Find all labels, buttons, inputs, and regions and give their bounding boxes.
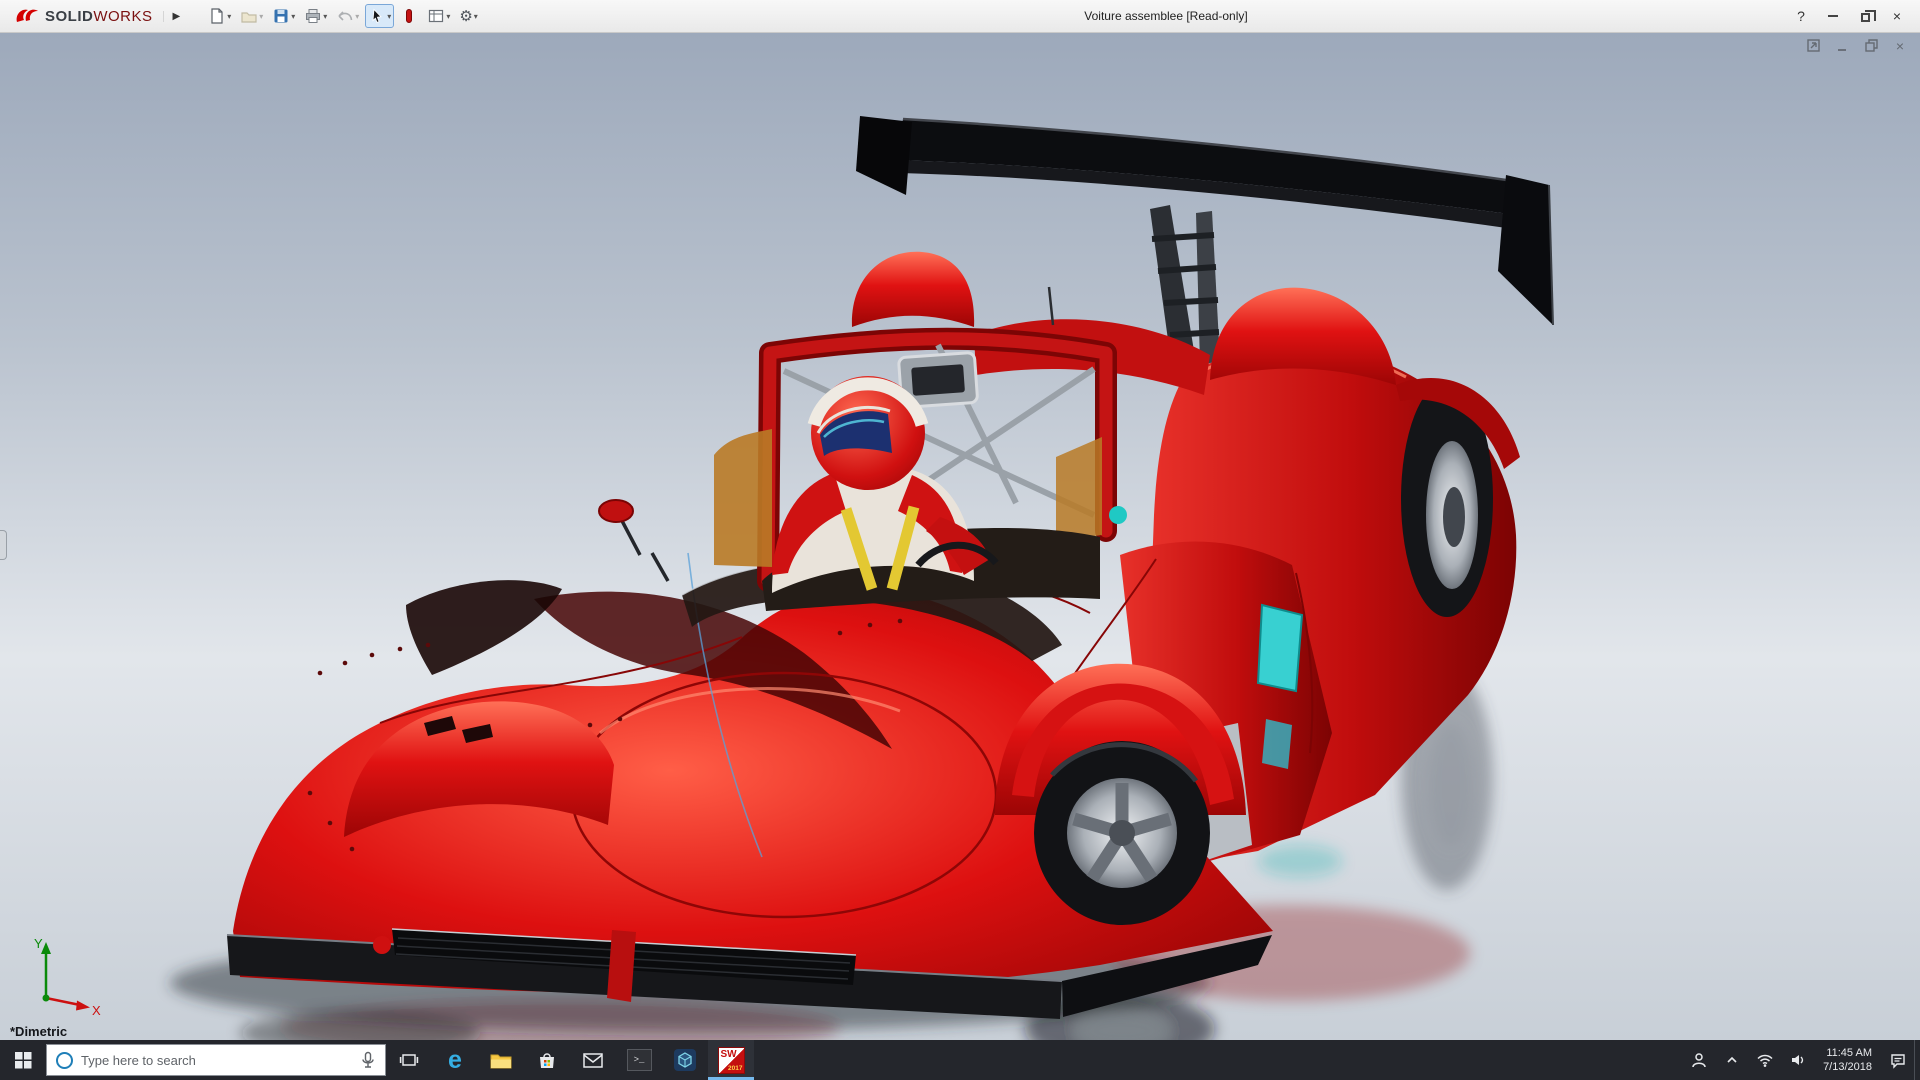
doc-minimize-icon <box>1836 40 1848 52</box>
select-button[interactable]: ▾ <box>365 4 394 28</box>
settings-button[interactable]: ⚙ ▾ <box>456 6 480 27</box>
window-controls: ? × <box>1786 3 1912 29</box>
restore-icon <box>1861 13 1870 22</box>
edge-icon: e <box>448 1046 462 1075</box>
chevron-up-icon <box>1724 1052 1740 1068</box>
undo-button[interactable]: ▾ <box>333 4 362 28</box>
file-explorer-icon <box>489 1050 513 1070</box>
solidworks-app-icon: SW 2017 <box>718 1047 745 1074</box>
doc-close-button[interactable]: × <box>1892 38 1908 53</box>
doc-minimize-button[interactable] <box>1834 38 1850 53</box>
windows-taskbar: e >_ <box>0 1040 1920 1080</box>
edge-button[interactable]: e <box>432 1040 478 1080</box>
minimize-button[interactable] <box>1818 3 1848 29</box>
clock-time: 11:45 AM <box>1826 1046 1872 1060</box>
microphone-icon[interactable] <box>359 1051 377 1069</box>
doc-dock-button[interactable] <box>1805 38 1821 53</box>
open-folder-icon <box>240 7 258 25</box>
action-center-icon <box>1889 1051 1907 1069</box>
new-document-icon <box>208 7 226 25</box>
quick-toolbar: ▾ ▾ ▾ ▾ <box>205 4 481 28</box>
doc-restore-icon <box>1865 39 1878 52</box>
taskbar-search[interactable] <box>46 1044 386 1076</box>
wifi-icon <box>1756 1052 1774 1068</box>
solidworks-logo: SOLIDWORKS <box>8 6 159 26</box>
print-button[interactable]: ▾ <box>301 4 330 28</box>
graphics-viewport[interactable]: × Y X *Dimetric <box>0 33 1920 1040</box>
collapsed-panel-tab[interactable] <box>0 530 7 560</box>
mail-button[interactable] <box>570 1040 616 1080</box>
edrawings-button[interactable] <box>662 1040 708 1080</box>
gear-icon: ⚙ <box>459 9 472 24</box>
save-icon <box>272 7 290 25</box>
store-icon <box>536 1050 558 1070</box>
search-input[interactable] <box>73 1053 359 1068</box>
task-view-button[interactable] <box>386 1040 432 1080</box>
people-icon <box>1690 1051 1708 1069</box>
solidworks-window: SOLIDWORKS ▶ ▾ ▾ ▾ <box>0 0 1920 1080</box>
taskbar-clock[interactable]: 11:45 AM 7/13/2018 <box>1814 1040 1881 1080</box>
network-button[interactable] <box>1748 1040 1781 1080</box>
console-icon: >_ <box>627 1049 652 1071</box>
select-cursor-icon <box>368 7 386 25</box>
open-button[interactable]: ▾ <box>237 4 266 28</box>
appearance-icon <box>400 7 418 25</box>
model-scene[interactable] <box>0 33 1920 1040</box>
display-options-button[interactable]: ▾ <box>424 4 453 28</box>
new-document-button[interactable]: ▾ <box>205 4 234 28</box>
speaker-icon <box>1789 1051 1807 1069</box>
solidworks-2017-button[interactable]: SW 2017 <box>708 1040 754 1080</box>
display-options-icon <box>427 7 445 25</box>
restore-button[interactable] <box>1850 3 1880 29</box>
document-window-controls: × <box>1805 38 1908 53</box>
minimize-icon <box>1828 15 1838 17</box>
x-axis-label: X <box>92 1003 101 1018</box>
print-icon <box>304 7 322 25</box>
doc-restore-button[interactable] <box>1863 38 1879 53</box>
console-button[interactable]: >_ <box>616 1040 662 1080</box>
save-button[interactable]: ▾ <box>269 4 298 28</box>
store-button[interactable] <box>524 1040 570 1080</box>
menu-expand-arrow-icon[interactable]: ▶ <box>163 11 190 22</box>
orientation-triad: Y X <box>8 934 104 1018</box>
view-orientation-label: *Dimetric <box>10 1024 67 1039</box>
help-button[interactable]: ? <box>1786 3 1816 29</box>
close-button[interactable]: × <box>1882 3 1912 29</box>
brand-text: SOLIDWORKS <box>45 8 153 25</box>
undo-icon <box>336 7 354 25</box>
edrawings-cube-icon <box>673 1048 697 1072</box>
solidworks-logo-icon <box>14 6 40 26</box>
file-explorer-button[interactable] <box>478 1040 524 1080</box>
action-center-button[interactable] <box>1881 1040 1914 1080</box>
cortana-icon <box>56 1052 73 1069</box>
x-axis-arrow <box>76 1001 90 1011</box>
windows-logo-icon <box>15 1052 32 1069</box>
system-tray: 11:45 AM 7/13/2018 <box>1682 1040 1920 1080</box>
appearance-button[interactable] <box>397 4 421 28</box>
people-button[interactable] <box>1682 1040 1715 1080</box>
y-axis-label: Y <box>34 936 43 951</box>
hidden-icons-button[interactable] <box>1715 1040 1748 1080</box>
z-axis-dot <box>43 995 50 1002</box>
volume-button[interactable] <box>1781 1040 1814 1080</box>
task-view-icon <box>399 1051 419 1069</box>
window-title: Voiture assemblee [Read-only] <box>1084 0 1247 33</box>
mail-icon <box>582 1051 604 1069</box>
titlebar: SOLIDWORKS ▶ ▾ ▾ ▾ <box>0 0 1920 33</box>
start-button[interactable] <box>0 1040 46 1080</box>
dock-icon <box>1807 39 1820 52</box>
show-desktop-button[interactable] <box>1914 1040 1920 1080</box>
clock-date: 7/13/2018 <box>1823 1060 1872 1074</box>
